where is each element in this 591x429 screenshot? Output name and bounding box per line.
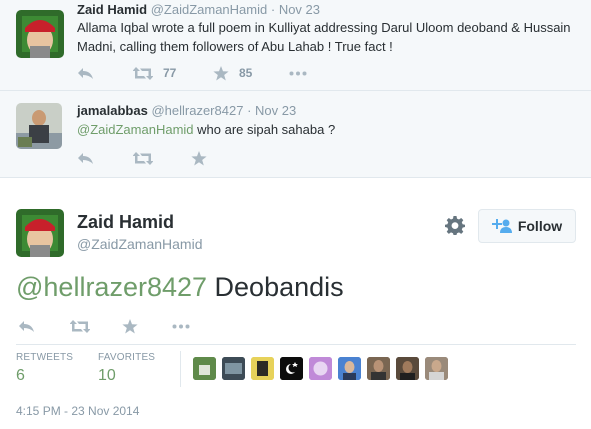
tweet-actions: 77 85 bbox=[77, 64, 307, 82]
handle[interactable]: @ZaidZamanHamid bbox=[77, 236, 202, 252]
tweet-text: @hellrazer8427 Deobandis bbox=[16, 270, 344, 304]
fullname[interactable]: Zaid Hamid bbox=[77, 212, 174, 233]
tweet-stats: RETWEETS 6 FAVORITES 10 bbox=[16, 344, 576, 388]
favorite-icon bbox=[122, 318, 138, 333]
facepile-avatar[interactable] bbox=[280, 357, 303, 380]
retweets-label: RETWEETS bbox=[16, 352, 74, 363]
tweet-time[interactable]: Nov 23 bbox=[255, 103, 296, 118]
facepile-avatar[interactable] bbox=[425, 357, 448, 380]
tweet-time[interactable]: Nov 23 bbox=[279, 2, 320, 17]
favorites-count: 10 bbox=[98, 367, 116, 384]
favorite-icon bbox=[191, 150, 207, 165]
facepile-avatar[interactable] bbox=[367, 357, 390, 380]
separator: · bbox=[270, 2, 276, 17]
gear-button[interactable] bbox=[445, 215, 465, 240]
facepile-avatar[interactable] bbox=[193, 357, 216, 380]
reply-icon bbox=[19, 320, 34, 332]
retweet-icon bbox=[133, 66, 153, 80]
retweet-button[interactable]: 77 bbox=[133, 66, 213, 80]
avatar[interactable] bbox=[16, 103, 62, 149]
more-button[interactable] bbox=[172, 324, 190, 329]
tweet-text: @ZaidZamanHamid who are sipah sahaba ? bbox=[77, 120, 335, 139]
retweet-count: 77 bbox=[163, 66, 177, 80]
retweet-button[interactable] bbox=[70, 319, 122, 333]
follow-button[interactable]: Follow bbox=[478, 209, 576, 243]
follow-person-icon bbox=[491, 219, 512, 233]
tweet-actions bbox=[77, 149, 207, 167]
fullname[interactable]: jamalabbas bbox=[77, 103, 148, 118]
favorites-label: FAVORITES bbox=[98, 352, 156, 363]
retweet-button[interactable] bbox=[133, 151, 191, 165]
follow-label: Follow bbox=[517, 218, 563, 234]
favorites-stat[interactable]: FAVORITES 10 bbox=[98, 352, 155, 385]
favorite-button[interactable] bbox=[122, 318, 172, 334]
tweet-header: Zaid Hamid @ZaidZamanHamid · Nov 23 bbox=[77, 2, 320, 17]
facepile-avatar[interactable] bbox=[309, 357, 332, 380]
more-button[interactable] bbox=[289, 71, 307, 76]
fullname[interactable]: Zaid Hamid bbox=[77, 2, 147, 17]
favorite-icon bbox=[213, 65, 229, 80]
favorite-button[interactable]: 85 bbox=[213, 65, 289, 81]
context-tweet-1[interactable]: Zaid Hamid @ZaidZamanHamid · Nov 23 Alla… bbox=[0, 0, 591, 91]
main-tweet: Zaid Hamid @ZaidZamanHamid Follow @hellr… bbox=[0, 179, 591, 429]
tweet-header: jamalabbas @hellrazer8427 · Nov 23 bbox=[77, 103, 296, 118]
gear-icon bbox=[445, 216, 465, 235]
tweet-timestamp[interactable]: 4:15 PM - 23 Nov 2014 bbox=[16, 404, 139, 418]
retweets-count: 6 bbox=[16, 367, 25, 384]
tweet-text: Allama Iqbal wrote a full poem in Kulliy… bbox=[77, 20, 571, 54]
mention-link[interactable]: @ZaidZamanHamid bbox=[77, 122, 194, 137]
avatar[interactable] bbox=[16, 10, 64, 58]
reply-icon bbox=[78, 67, 93, 79]
facepile-avatar[interactable] bbox=[338, 357, 361, 380]
more-icon bbox=[289, 71, 307, 75]
stats-divider bbox=[180, 351, 181, 387]
reply-button[interactable] bbox=[18, 320, 70, 333]
facepile-avatar[interactable] bbox=[396, 357, 419, 380]
reply-icon bbox=[78, 152, 93, 164]
reply-button[interactable] bbox=[77, 152, 133, 165]
retweet-icon bbox=[70, 319, 90, 333]
context-tweet-2[interactable]: jamalabbas @hellrazer8427 · Nov 23 @Zaid… bbox=[0, 91, 591, 178]
tweet-text-body: Deobandis bbox=[207, 272, 344, 302]
more-icon bbox=[172, 324, 190, 328]
favorite-button[interactable] bbox=[191, 150, 207, 166]
facepile-avatar[interactable] bbox=[222, 357, 245, 380]
retweet-icon bbox=[133, 151, 153, 165]
facepile bbox=[193, 357, 454, 380]
separator: · bbox=[247, 103, 252, 118]
tweet-actions bbox=[18, 317, 190, 335]
avatar[interactable] bbox=[16, 209, 64, 257]
favorite-count: 85 bbox=[239, 66, 253, 80]
handle[interactable]: @hellrazer8427 bbox=[151, 103, 243, 118]
mention-link[interactable]: @hellrazer8427 bbox=[16, 272, 207, 302]
reply-button[interactable] bbox=[77, 67, 133, 80]
tweet-text-body: who are sipah sahaba ? bbox=[193, 122, 336, 137]
retweets-stat[interactable]: RETWEETS 6 bbox=[16, 352, 73, 385]
facepile-avatar[interactable] bbox=[251, 357, 274, 380]
handle[interactable]: @ZaidZamanHamid bbox=[151, 2, 268, 17]
